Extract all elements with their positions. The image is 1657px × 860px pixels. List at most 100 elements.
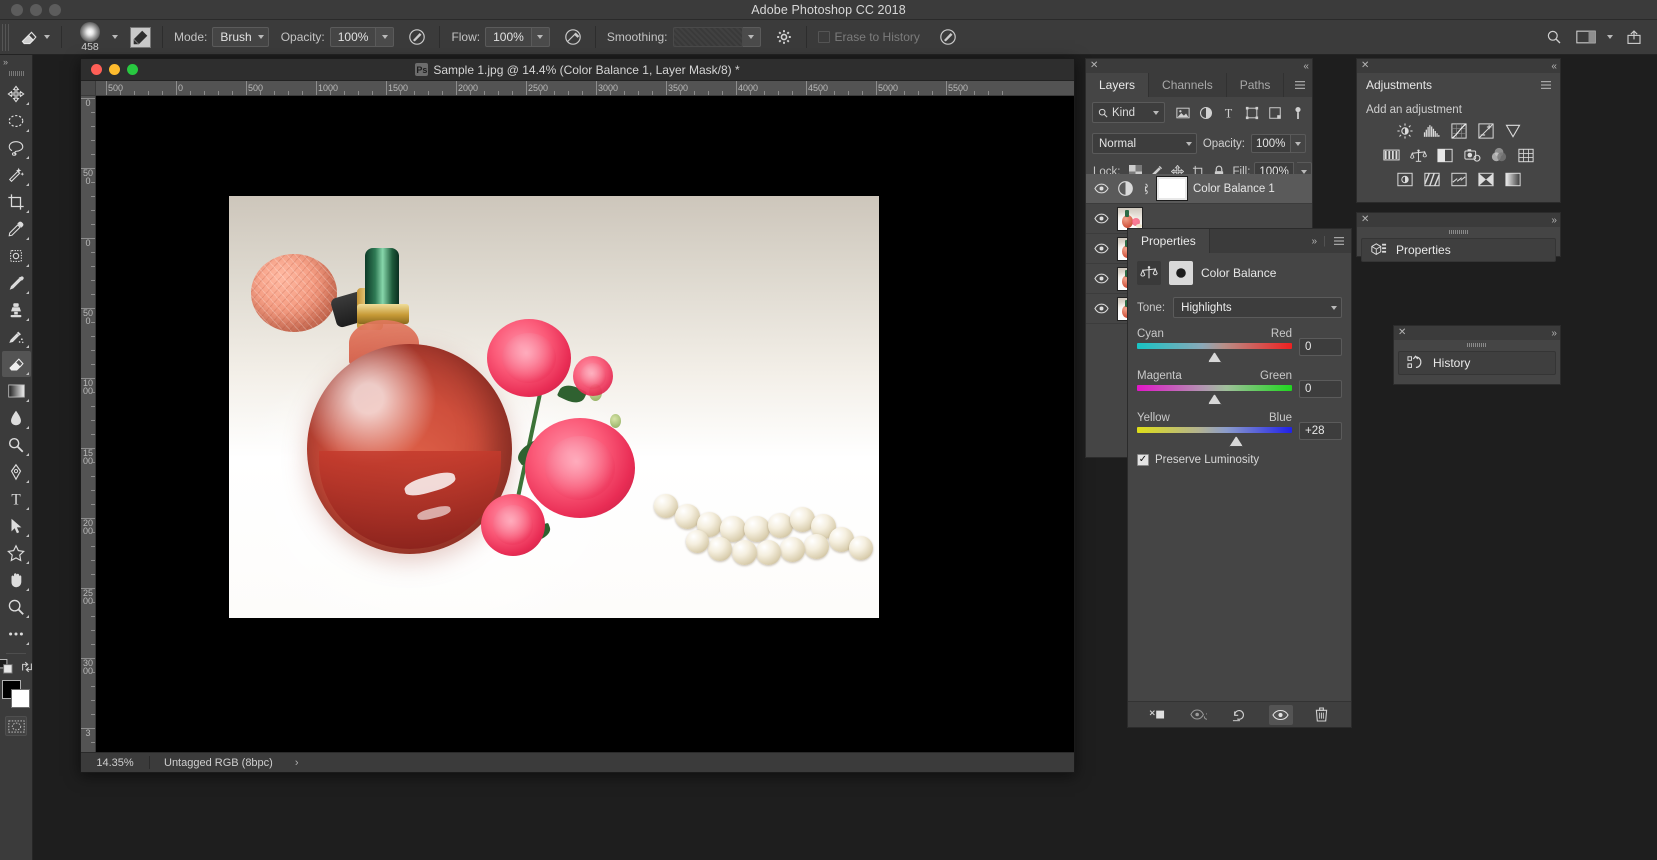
layer-mask-thumbnail[interactable] bbox=[1156, 176, 1188, 201]
filter-toggle-icon[interactable] bbox=[1289, 104, 1306, 121]
clone-stamp-tool[interactable] bbox=[2, 297, 31, 323]
flow-control[interactable]: Flow: 100% bbox=[445, 20, 555, 55]
preserve-luminosity-checkbox[interactable]: ✓ bbox=[1137, 454, 1149, 466]
brush-size-picker[interactable]: 458 bbox=[67, 20, 124, 55]
threshold-icon[interactable] bbox=[1450, 170, 1468, 188]
yellow-blue-slider-thumb[interactable] bbox=[1229, 436, 1244, 447]
tab-channels[interactable]: Channels bbox=[1149, 73, 1227, 97]
smoothing-options-button[interactable] bbox=[767, 20, 801, 55]
pressure-size-toggle[interactable] bbox=[931, 20, 965, 55]
flow-stepper[interactable] bbox=[531, 27, 550, 47]
document-title-bar[interactable]: Ps Sample 1.jpg @ 14.4% (Color Balance 1… bbox=[81, 59, 1074, 81]
toggle-visibility-icon[interactable] bbox=[1268, 704, 1293, 725]
current-tool-button[interactable] bbox=[11, 20, 56, 55]
dock-grip[interactable] bbox=[1357, 227, 1560, 236]
clip-to-layer-icon[interactable] bbox=[1146, 705, 1170, 725]
view-previous-state-icon[interactable] bbox=[1187, 705, 1211, 725]
double-chevron-right-icon[interactable]: ›› bbox=[1551, 328, 1557, 339]
mode-control[interactable]: Mode: Brush bbox=[168, 20, 275, 55]
preserve-luminosity-row[interactable]: ✓ Preserve Luminosity bbox=[1128, 446, 1351, 474]
swap-colors-icon[interactable] bbox=[20, 660, 34, 674]
opacity-control[interactable]: Opacity: 100% bbox=[275, 20, 401, 55]
hue-saturation-icon[interactable] bbox=[1382, 146, 1400, 164]
yellow-blue-slider-track[interactable] bbox=[1137, 427, 1292, 433]
smoothing-stepper[interactable] bbox=[742, 27, 761, 47]
shape-tool[interactable] bbox=[2, 540, 31, 566]
tab-paths[interactable]: Paths bbox=[1226, 73, 1285, 97]
layer-visibility-toggle[interactable] bbox=[1091, 183, 1111, 194]
erase-to-history-control[interactable]: Erase to History bbox=[812, 20, 931, 55]
history-dock-button[interactable]: History bbox=[1398, 351, 1556, 375]
dock-grip[interactable] bbox=[1394, 340, 1560, 349]
color-lookup-icon[interactable] bbox=[1517, 146, 1535, 164]
layer-mask-link-icon[interactable] bbox=[1140, 182, 1151, 196]
close-icon[interactable]: ✕ bbox=[1398, 328, 1406, 338]
brush-tool[interactable] bbox=[2, 270, 31, 296]
brightness-contrast-icon[interactable] bbox=[1396, 122, 1414, 140]
shape-layer-filter-icon[interactable] bbox=[1243, 104, 1260, 121]
gradient-tool[interactable] bbox=[2, 378, 31, 404]
channel-mixer-icon[interactable] bbox=[1490, 146, 1508, 164]
close-icon[interactable]: ✕ bbox=[1090, 61, 1098, 71]
levels-icon[interactable] bbox=[1423, 122, 1441, 140]
smoothing-input[interactable] bbox=[672, 27, 743, 47]
black-white-icon[interactable] bbox=[1436, 146, 1454, 164]
close-icon[interactable]: ✕ bbox=[1361, 215, 1369, 225]
smart-object-filter-icon[interactable] bbox=[1266, 104, 1283, 121]
tab-adjustments[interactable]: Adjustments bbox=[1366, 78, 1432, 92]
layer-visibility-toggle[interactable] bbox=[1091, 273, 1111, 284]
layer-visibility-toggle[interactable] bbox=[1091, 303, 1111, 314]
table-row[interactable]: Color Balance 1 bbox=[1086, 174, 1312, 204]
share-icon[interactable] bbox=[1623, 26, 1645, 48]
canvas-image[interactable] bbox=[229, 196, 879, 618]
layer-name[interactable]: Color Balance 1 bbox=[1193, 183, 1275, 195]
type-layer-filter-icon[interactable]: T bbox=[1220, 104, 1237, 121]
mode-select[interactable]: Brush bbox=[212, 27, 269, 47]
tool-preset-button[interactable] bbox=[124, 20, 157, 55]
workspace-chevron-down-icon[interactable] bbox=[1607, 35, 1613, 39]
blur-tool[interactable] bbox=[2, 405, 31, 431]
search-icon[interactable] bbox=[1543, 26, 1565, 48]
layer-visibility-toggle[interactable] bbox=[1091, 243, 1111, 254]
close-icon[interactable]: ✕ bbox=[1361, 61, 1369, 71]
vertical-ruler[interactable]: 0 500 0 500 1000 1500 2000 2500 3000 3 bbox=[81, 96, 96, 752]
posterize-icon[interactable] bbox=[1423, 170, 1441, 188]
curves-icon[interactable] bbox=[1450, 122, 1468, 140]
dodge-tool[interactable] bbox=[2, 432, 31, 458]
properties-dock-button[interactable]: Properties bbox=[1361, 238, 1556, 262]
yellow-blue-value-input[interactable]: +28 bbox=[1299, 422, 1342, 440]
layer-opacity-input[interactable]: 100% bbox=[1251, 134, 1291, 153]
hand-tool[interactable] bbox=[2, 567, 31, 593]
horizontal-ruler[interactable]: 500 0 500 1000 1500 2000 2500 3000 3500 4000 4500 5… bbox=[96, 81, 1074, 96]
adjustment-layer-filter-icon[interactable] bbox=[1197, 104, 1214, 121]
airbrush-toggle[interactable] bbox=[556, 20, 590, 55]
history-brush-tool[interactable] bbox=[2, 324, 31, 350]
flow-input[interactable]: 100% bbox=[485, 27, 532, 47]
layer-mask-icon[interactable] bbox=[1169, 261, 1193, 285]
color-mode-status[interactable]: Untagged RGB (8bpc) bbox=[150, 757, 287, 769]
gradient-map-icon[interactable] bbox=[1504, 170, 1522, 188]
crop-tool[interactable] bbox=[2, 189, 31, 215]
color-swatches[interactable] bbox=[2, 680, 30, 708]
tool-preset-chevron-icon[interactable] bbox=[44, 35, 50, 39]
eraser-tool[interactable] bbox=[1, 351, 31, 377]
opacity-stepper[interactable] bbox=[376, 27, 395, 47]
healing-brush-tool[interactable] bbox=[2, 243, 31, 269]
brush-chevron-down-icon[interactable] bbox=[112, 35, 118, 39]
layer-visibility-toggle[interactable] bbox=[1091, 213, 1111, 224]
opacity-pressure-toggle[interactable] bbox=[400, 20, 434, 55]
layer-opacity-stepper[interactable] bbox=[1291, 134, 1306, 153]
cyan-red-value-input[interactable]: 0 bbox=[1299, 338, 1342, 356]
erase-to-history-checkbox[interactable] bbox=[817, 31, 830, 43]
photo-filter-icon[interactable] bbox=[1463, 146, 1481, 164]
vibrance-icon[interactable] bbox=[1504, 122, 1522, 140]
options-bar-grip[interactable] bbox=[2, 23, 11, 51]
lasso-tool[interactable] bbox=[2, 135, 31, 161]
workspace-icon[interactable] bbox=[1575, 26, 1597, 48]
edit-toolbar-button[interactable] bbox=[2, 621, 31, 647]
pixel-layer-filter-icon[interactable] bbox=[1174, 104, 1191, 121]
default-colors-icon[interactable] bbox=[0, 659, 13, 674]
marquee-tool[interactable] bbox=[2, 108, 31, 134]
exposure-icon[interactable] bbox=[1477, 122, 1495, 140]
opacity-input[interactable]: 100% bbox=[329, 27, 377, 47]
